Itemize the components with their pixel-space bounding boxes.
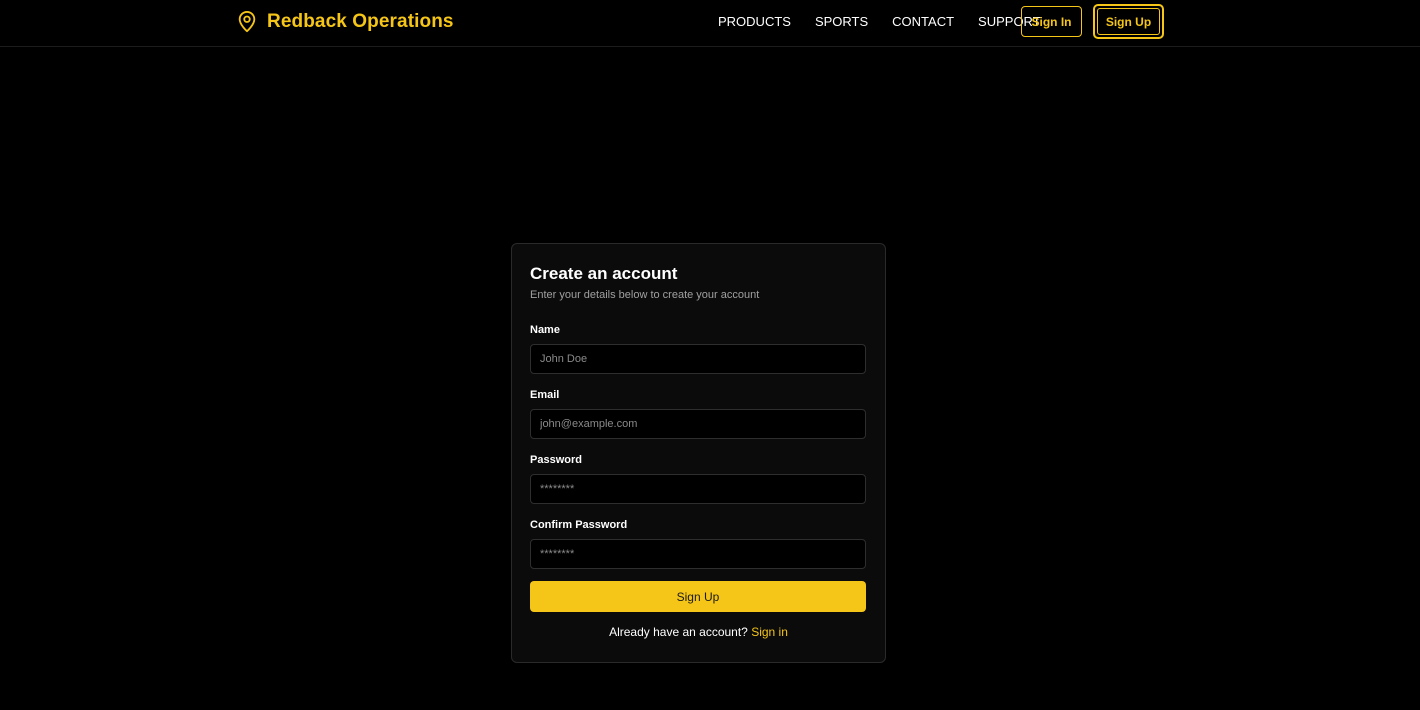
name-label: Name xyxy=(530,324,560,336)
nav-link-contact[interactable]: CONTACT xyxy=(892,14,954,30)
form-title: Create an account xyxy=(530,264,678,283)
email-label: Email xyxy=(530,389,560,401)
form-fields: Name Email Password Confirm Password xyxy=(530,323,867,569)
email-input[interactable] xyxy=(530,409,866,439)
form-subtitle: Enter your details below to create your … xyxy=(530,289,760,301)
top-navbar: Redback Operations PRODUCTS SPORTS CONTA… xyxy=(0,0,1420,47)
signin-prompt-text: Already have an account? xyxy=(609,625,748,639)
name-field-group: Name xyxy=(530,323,867,374)
nav-link-sports[interactable]: SPORTS xyxy=(815,14,868,30)
name-input[interactable] xyxy=(530,344,866,374)
nav-link-products[interactable]: PRODUCTS xyxy=(718,14,791,30)
email-field-group: Email xyxy=(530,388,867,439)
password-field-group: Password xyxy=(530,453,867,504)
main-nav: PRODUCTS SPORTS CONTACT SUPPORT xyxy=(718,14,1065,30)
sign-up-nav-label: Sign Up xyxy=(1097,8,1160,35)
map-pin-icon xyxy=(236,10,258,34)
brand-logo-link[interactable]: Redback Operations xyxy=(236,10,454,34)
password-label: Password xyxy=(530,454,582,466)
confirm-password-field-group: Confirm Password xyxy=(530,518,867,569)
signin-prompt: Already have an account? Sign in xyxy=(530,625,867,640)
signup-card: Create an account Enter your details bel… xyxy=(511,243,886,663)
confirm-password-label: Confirm Password xyxy=(530,519,628,531)
sign-in-link[interactable]: Sign in xyxy=(751,625,788,639)
sign-up-nav-button[interactable]: Sign Up xyxy=(1093,4,1164,39)
sign-up-submit-button[interactable]: Sign Up xyxy=(530,581,866,612)
confirm-password-input[interactable] xyxy=(530,539,866,569)
password-input[interactable] xyxy=(530,474,866,504)
brand-name: Redback Operations xyxy=(267,11,454,32)
sign-in-button[interactable]: Sign In xyxy=(1021,6,1082,37)
